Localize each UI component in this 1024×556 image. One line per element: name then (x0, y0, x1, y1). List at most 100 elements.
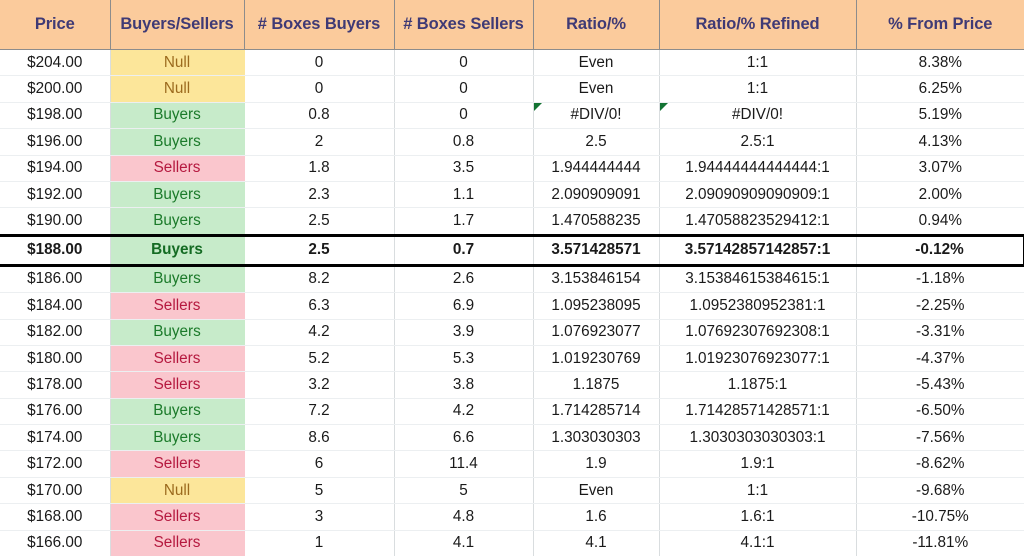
cell-ratio[interactable]: 1.095238095 (533, 293, 659, 319)
cell-side[interactable]: Sellers (110, 530, 244, 556)
cell-boxes_sell[interactable]: 4.8 (394, 504, 533, 530)
cell-boxes_sell[interactable]: 0.8 (394, 129, 533, 155)
cell-price[interactable]: $194.00 (0, 155, 110, 181)
cell-ratio[interactable]: 1.019230769 (533, 345, 659, 371)
cell-boxes_buy[interactable]: 6.3 (244, 293, 394, 319)
cell-boxes_buy[interactable]: 0 (244, 50, 394, 76)
cell-ratio[interactable]: 2.090909091 (533, 181, 659, 207)
cell-price[interactable]: $184.00 (0, 293, 110, 319)
cell-pct[interactable]: -7.56% (856, 425, 1024, 451)
cell-price[interactable]: $196.00 (0, 129, 110, 155)
cell-boxes_sell[interactable]: 3.8 (394, 372, 533, 398)
cell-side[interactable]: Null (110, 76, 244, 102)
column-header-ratio[interactable]: Ratio/% (533, 0, 659, 50)
cell-boxes_buy[interactable]: 3.2 (244, 372, 394, 398)
column-header-ratio_ref[interactable]: Ratio/% Refined (659, 0, 856, 50)
cell-ratio[interactable]: Even (533, 477, 659, 503)
cell-boxes_buy[interactable]: 1.8 (244, 155, 394, 181)
cell-boxes_buy[interactable]: 4.2 (244, 319, 394, 345)
cell-boxes_buy[interactable]: 8.6 (244, 425, 394, 451)
table-row[interactable]: $180.00Sellers5.25.31.0192307691.0192307… (0, 345, 1024, 371)
cell-ratio[interactable]: Even (533, 50, 659, 76)
table-row[interactable]: $196.00Buyers20.82.52.5:14.13% (0, 129, 1024, 155)
cell-ratio_ref[interactable]: 1.47058823529412:1 (659, 208, 856, 235)
table-row[interactable]: $184.00Sellers6.36.91.0952380951.0952380… (0, 293, 1024, 319)
cell-price[interactable]: $172.00 (0, 451, 110, 477)
table-row[interactable]: $204.00Null00Even1:18.38% (0, 50, 1024, 76)
cell-price[interactable]: $168.00 (0, 504, 110, 530)
cell-side[interactable]: Sellers (110, 155, 244, 181)
cell-boxes_sell[interactable]: 6.9 (394, 293, 533, 319)
table-row[interactable]: $168.00Sellers34.81.61.6:1-10.75% (0, 504, 1024, 530)
column-header-pct[interactable]: % From Price (856, 0, 1024, 50)
cell-ratio_ref-error-flag-icon[interactable]: #DIV/0! (659, 102, 856, 128)
cell-ratio_ref[interactable]: 1:1 (659, 50, 856, 76)
cell-boxes_sell[interactable]: 5.3 (394, 345, 533, 371)
table-row[interactable]: $174.00Buyers8.66.61.3030303031.30303030… (0, 425, 1024, 451)
cell-side[interactable]: Null (110, 50, 244, 76)
cell-ratio[interactable]: 1.6 (533, 504, 659, 530)
cell-price[interactable]: $170.00 (0, 477, 110, 503)
cell-ratio_ref[interactable]: 1.71428571428571:1 (659, 398, 856, 424)
cell-pct[interactable]: 8.38% (856, 50, 1024, 76)
cell-price[interactable]: $166.00 (0, 530, 110, 556)
cell-pct[interactable]: -6.50% (856, 398, 1024, 424)
cell-boxes_buy[interactable]: 2.5 (244, 235, 394, 265)
cell-boxes_sell[interactable]: 4.2 (394, 398, 533, 424)
cell-ratio_ref[interactable]: 1.0952380952381:1 (659, 293, 856, 319)
cell-pct[interactable]: -1.18% (856, 265, 1024, 292)
cell-ratio[interactable]: Even (533, 76, 659, 102)
cell-pct[interactable]: 6.25% (856, 76, 1024, 102)
cell-pct[interactable]: -3.31% (856, 319, 1024, 345)
cell-boxes_buy[interactable]: 3 (244, 504, 394, 530)
column-header-boxes_buy[interactable]: # Boxes Buyers (244, 0, 394, 50)
cell-price[interactable]: $188.00 (0, 235, 110, 265)
cell-boxes_sell[interactable]: 3.9 (394, 319, 533, 345)
cell-boxes_buy[interactable]: 6 (244, 451, 394, 477)
cell-price[interactable]: $180.00 (0, 345, 110, 371)
cell-pct[interactable]: 3.07% (856, 155, 1024, 181)
cell-ratio_ref[interactable]: 1.01923076923077:1 (659, 345, 856, 371)
cell-ratio_ref[interactable]: 1.94444444444444:1 (659, 155, 856, 181)
cell-ratio_ref[interactable]: 1.6:1 (659, 504, 856, 530)
cell-side[interactable]: Buyers (110, 181, 244, 207)
cell-ratio_ref[interactable]: 3.15384615384615:1 (659, 265, 856, 292)
cell-ratio[interactable]: 1.303030303 (533, 425, 659, 451)
cell-ratio-error-flag-icon[interactable]: #DIV/0! (533, 102, 659, 128)
cell-pct[interactable]: -8.62% (856, 451, 1024, 477)
cell-price[interactable]: $182.00 (0, 319, 110, 345)
cell-boxes_buy[interactable]: 2 (244, 129, 394, 155)
cell-boxes_sell[interactable]: 0 (394, 50, 533, 76)
cell-side[interactable]: Buyers (110, 102, 244, 128)
cell-side[interactable]: Buyers (110, 235, 244, 265)
cell-boxes_buy[interactable]: 2.5 (244, 208, 394, 235)
cell-pct[interactable]: -9.68% (856, 477, 1024, 503)
cell-price[interactable]: $198.00 (0, 102, 110, 128)
table-row[interactable]: $188.00Buyers2.50.73.5714285713.57142857… (0, 235, 1024, 265)
cell-price[interactable]: $186.00 (0, 265, 110, 292)
cell-price[interactable]: $174.00 (0, 425, 110, 451)
cell-boxes_sell[interactable]: 6.6 (394, 425, 533, 451)
cell-ratio_ref[interactable]: 1.9:1 (659, 451, 856, 477)
cell-ratio_ref[interactable]: 4.1:1 (659, 530, 856, 556)
cell-boxes_sell[interactable]: 0 (394, 102, 533, 128)
cell-boxes_sell[interactable]: 3.5 (394, 155, 533, 181)
cell-pct[interactable]: -10.75% (856, 504, 1024, 530)
cell-price[interactable]: $200.00 (0, 76, 110, 102)
cell-boxes_sell[interactable]: 0.7 (394, 235, 533, 265)
cell-pct[interactable]: 0.94% (856, 208, 1024, 235)
cell-side[interactable]: Sellers (110, 504, 244, 530)
table-row[interactable]: $194.00Sellers1.83.51.9444444441.9444444… (0, 155, 1024, 181)
column-header-boxes_sell[interactable]: # Boxes Sellers (394, 0, 533, 50)
cell-boxes_buy[interactable]: 2.3 (244, 181, 394, 207)
cell-boxes_buy[interactable]: 1 (244, 530, 394, 556)
cell-side[interactable]: Buyers (110, 129, 244, 155)
cell-ratio_ref[interactable]: 1:1 (659, 477, 856, 503)
cell-pct[interactable]: 2.00% (856, 181, 1024, 207)
cell-side[interactable]: Buyers (110, 265, 244, 292)
cell-boxes_sell[interactable]: 1.7 (394, 208, 533, 235)
cell-boxes_sell[interactable]: 11.4 (394, 451, 533, 477)
column-header-side[interactable]: Buyers/Sellers (110, 0, 244, 50)
cell-side[interactable]: Buyers (110, 319, 244, 345)
cell-pct[interactable]: -4.37% (856, 345, 1024, 371)
